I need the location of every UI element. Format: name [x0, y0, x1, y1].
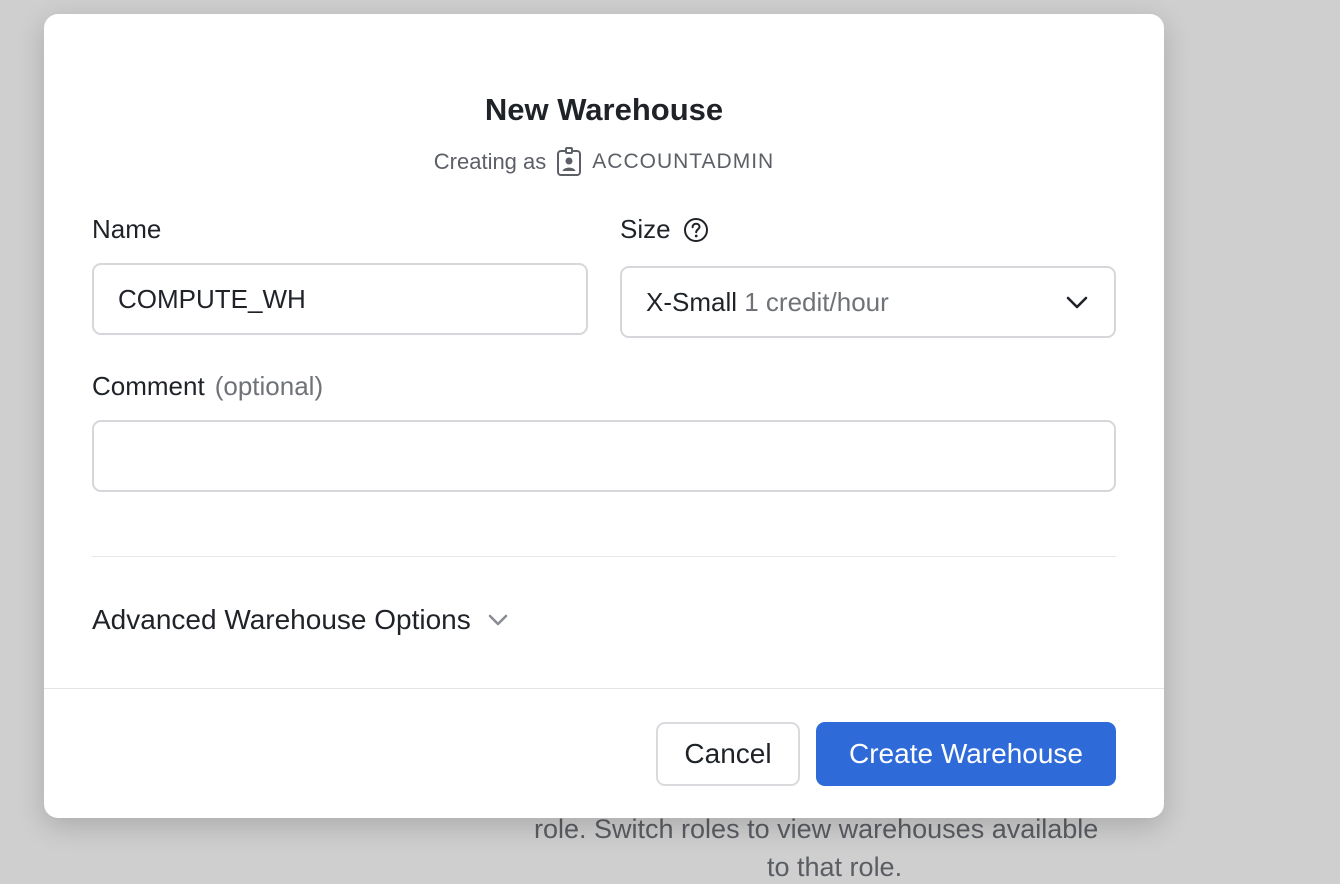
name-label: Name: [92, 214, 161, 245]
help-icon[interactable]: [683, 217, 709, 243]
current-role: ACCOUNTADMIN: [592, 150, 775, 173]
name-label-text: Name: [92, 214, 162, 244]
advanced-options-label: Advanced Warehouse Options: [92, 604, 471, 635]
creating-as-label: Creating as: [433, 149, 547, 174]
dialog-title: New Warehouse: [484, 92, 724, 127]
comment-label-text: Comment: [92, 371, 205, 401]
creating-as-line: Creating as ACCOUNTADMIN: [44, 147, 1164, 177]
new-warehouse-dialog: New Warehouse Creating as ACCOUNTADMIN N…: [44, 14, 1164, 818]
role-badge-icon: [556, 147, 582, 177]
comment-input[interactable]: [118, 440, 1090, 472]
footer-divider: [44, 688, 1164, 689]
chevron-down-icon: [1064, 289, 1090, 315]
name-input[interactable]: [118, 283, 562, 315]
size-select-value: X-Small 1 credit/hour: [646, 287, 1064, 318]
background-text-line: to that role.: [767, 852, 903, 882]
cancel-button[interactable]: Cancel: [656, 722, 800, 786]
comment-field[interactable]: [92, 420, 1116, 492]
chevron-down-icon: [485, 607, 511, 633]
size-credit-detail: 1 credit/hour: [744, 286, 889, 317]
size-label-text: Size: [620, 214, 671, 244]
name-field[interactable]: [92, 263, 588, 335]
optional-hint: (optional): [214, 371, 324, 401]
size-value: X-Small: [646, 286, 738, 317]
advanced-options-toggle[interactable]: Advanced Warehouse Options: [92, 604, 511, 636]
comment-label: Comment (optional): [92, 371, 323, 402]
size-select[interactable]: X-Small 1 credit/hour: [620, 266, 1116, 338]
create-warehouse-button[interactable]: Create Warehouse: [816, 722, 1116, 786]
section-divider: [92, 556, 1116, 557]
size-label: Size: [620, 214, 709, 245]
